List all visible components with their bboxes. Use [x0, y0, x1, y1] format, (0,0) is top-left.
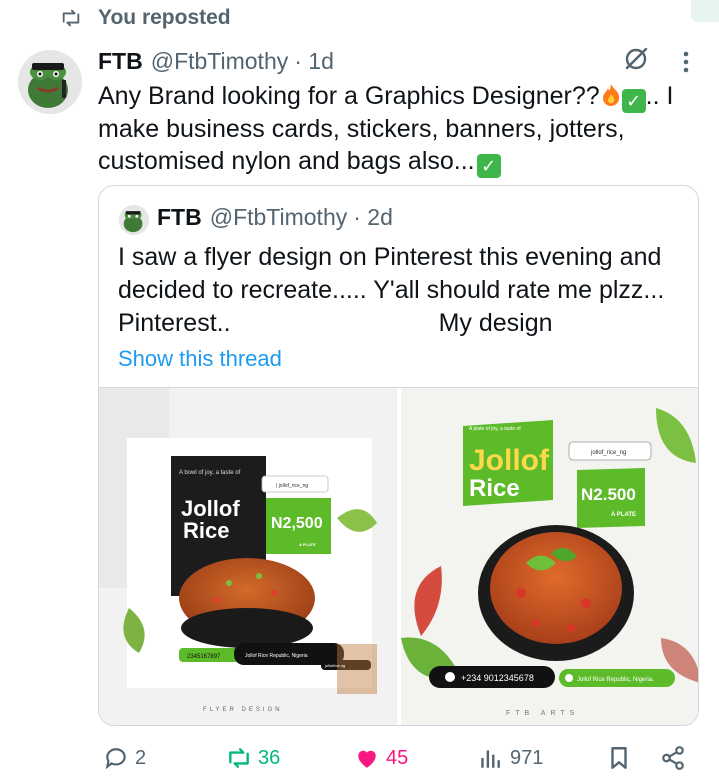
reply-button[interactable]: 2: [103, 740, 146, 776]
top-right-edge: [691, 0, 719, 22]
repost-button[interactable]: 36: [226, 740, 280, 776]
action-bar: 2 36 45 971: [98, 740, 698, 776]
flyer2-tagline: A plate of joy, a taste of: [469, 426, 521, 432]
check-emoji-icon: ✓: [621, 89, 646, 113]
repost-count: 36: [258, 746, 281, 769]
author-name[interactable]: FTB: [98, 48, 143, 75]
more-options-icon[interactable]: [675, 48, 697, 76]
post-text-part1: Any Brand looking for a Graphics Designe…: [98, 82, 600, 110]
repost-banner-text: You reposted: [98, 6, 231, 29]
flyer-pinterest-graphic: A bowl of joy, a taste of Jollof Rice | …: [99, 388, 397, 725]
flyer1-price-sub: A PLATE: [299, 542, 316, 547]
flyer2-price: N2.500: [581, 485, 636, 504]
reply-count: 2: [135, 746, 147, 769]
flyer2-title2: Rice: [469, 475, 520, 502]
flyer1-price: N2,500: [271, 515, 323, 532]
post-header: FTB @FtbTimothy · 1d: [98, 46, 334, 76]
quoted-author-handle: @FtbTimothy: [209, 204, 348, 230]
author-handle[interactable]: @FtbTimothy: [151, 48, 289, 75]
media-grid: A bowl of joy, a taste of Jollof Rice | …: [99, 387, 698, 725]
quoted-avatar[interactable]: [119, 205, 149, 235]
flyer-my-design-graphic: A plate of joy, a taste of Jollof Rice j…: [401, 388, 698, 725]
repost-banner: You reposted: [60, 5, 231, 31]
quoted-author-name: FTB: [157, 204, 202, 230]
views-chart-icon: [481, 750, 500, 768]
check-emoji-icon: ✓: [476, 154, 501, 178]
fire-emoji-icon: [600, 83, 622, 107]
flyer2-price-sub: A PLATE: [611, 512, 636, 518]
flyer-image-pinterest[interactable]: A bowl of joy, a taste of Jollof Rice | …: [99, 388, 397, 725]
grok-icon[interactable]: [621, 44, 651, 74]
avatar-frog-icon: [119, 205, 149, 235]
quoted-post-time: · 2d: [353, 204, 393, 230]
flyer-image-my-design[interactable]: A plate of joy, a taste of Jollof Rice j…: [401, 388, 698, 725]
flyer1-address: Jollof Rice Republic, Nigeria: [245, 653, 308, 659]
avatar[interactable]: [18, 50, 82, 114]
heart-icon: [358, 750, 376, 768]
bookmark-button[interactable]: [606, 740, 638, 776]
post-text: Any Brand looking for a Graphics Designe…: [98, 80, 708, 178]
bookmark-icon: [611, 747, 627, 769]
share-button[interactable]: [660, 740, 692, 776]
flyer2-phone: +234 9012345678: [461, 673, 534, 683]
quoted-post-header: FTB @FtbTimothy · 2d: [119, 202, 679, 238]
repost-icon: [62, 9, 80, 27]
flyer1-social: | jollof_rice_ng: [276, 483, 308, 489]
flyer1-footer: FLYER DESIGN: [203, 707, 283, 713]
flyer1-tagline: A bowl of joy, a taste of: [179, 470, 241, 476]
quoted-post-text: I saw a flyer design on Pinterest this e…: [118, 241, 690, 340]
avatar-frog-icon: [18, 50, 82, 114]
reply-icon: [105, 748, 126, 770]
post-time[interactable]: · 1d: [294, 48, 334, 75]
repost-icon: [229, 748, 249, 768]
quoted-text-body: I saw a flyer design on Pinterest this e…: [118, 243, 665, 304]
views-button[interactable]: 971: [478, 740, 543, 776]
flyer1-title2: Rice: [183, 518, 229, 543]
like-button[interactable]: 45: [354, 740, 408, 776]
like-count: 45: [386, 746, 409, 769]
views-count: 971: [510, 746, 544, 769]
caption-pinterest: Pinterest..: [118, 309, 231, 337]
flyer2-footer: FTB ARTS: [506, 710, 579, 717]
share-icon: [662, 746, 684, 770]
caption-my-design: My design: [438, 309, 553, 337]
flyer2-title1: Jollof: [469, 444, 550, 477]
flyer1-website: jollofrice.ng: [324, 663, 345, 668]
quoted-text-caption-row: Pinterest.. My design: [118, 307, 690, 340]
show-thread-link[interactable]: Show this thread: [118, 346, 282, 372]
flyer1-phone: 2345167897: [187, 654, 221, 660]
flyer2-address: Jollof Rice Republic, Nigeria.: [577, 677, 654, 683]
flyer2-social: jollof_rice_ng: [590, 450, 626, 456]
quoted-post[interactable]: FTB @FtbTimothy · 2d I saw a flyer design …: [98, 185, 699, 726]
